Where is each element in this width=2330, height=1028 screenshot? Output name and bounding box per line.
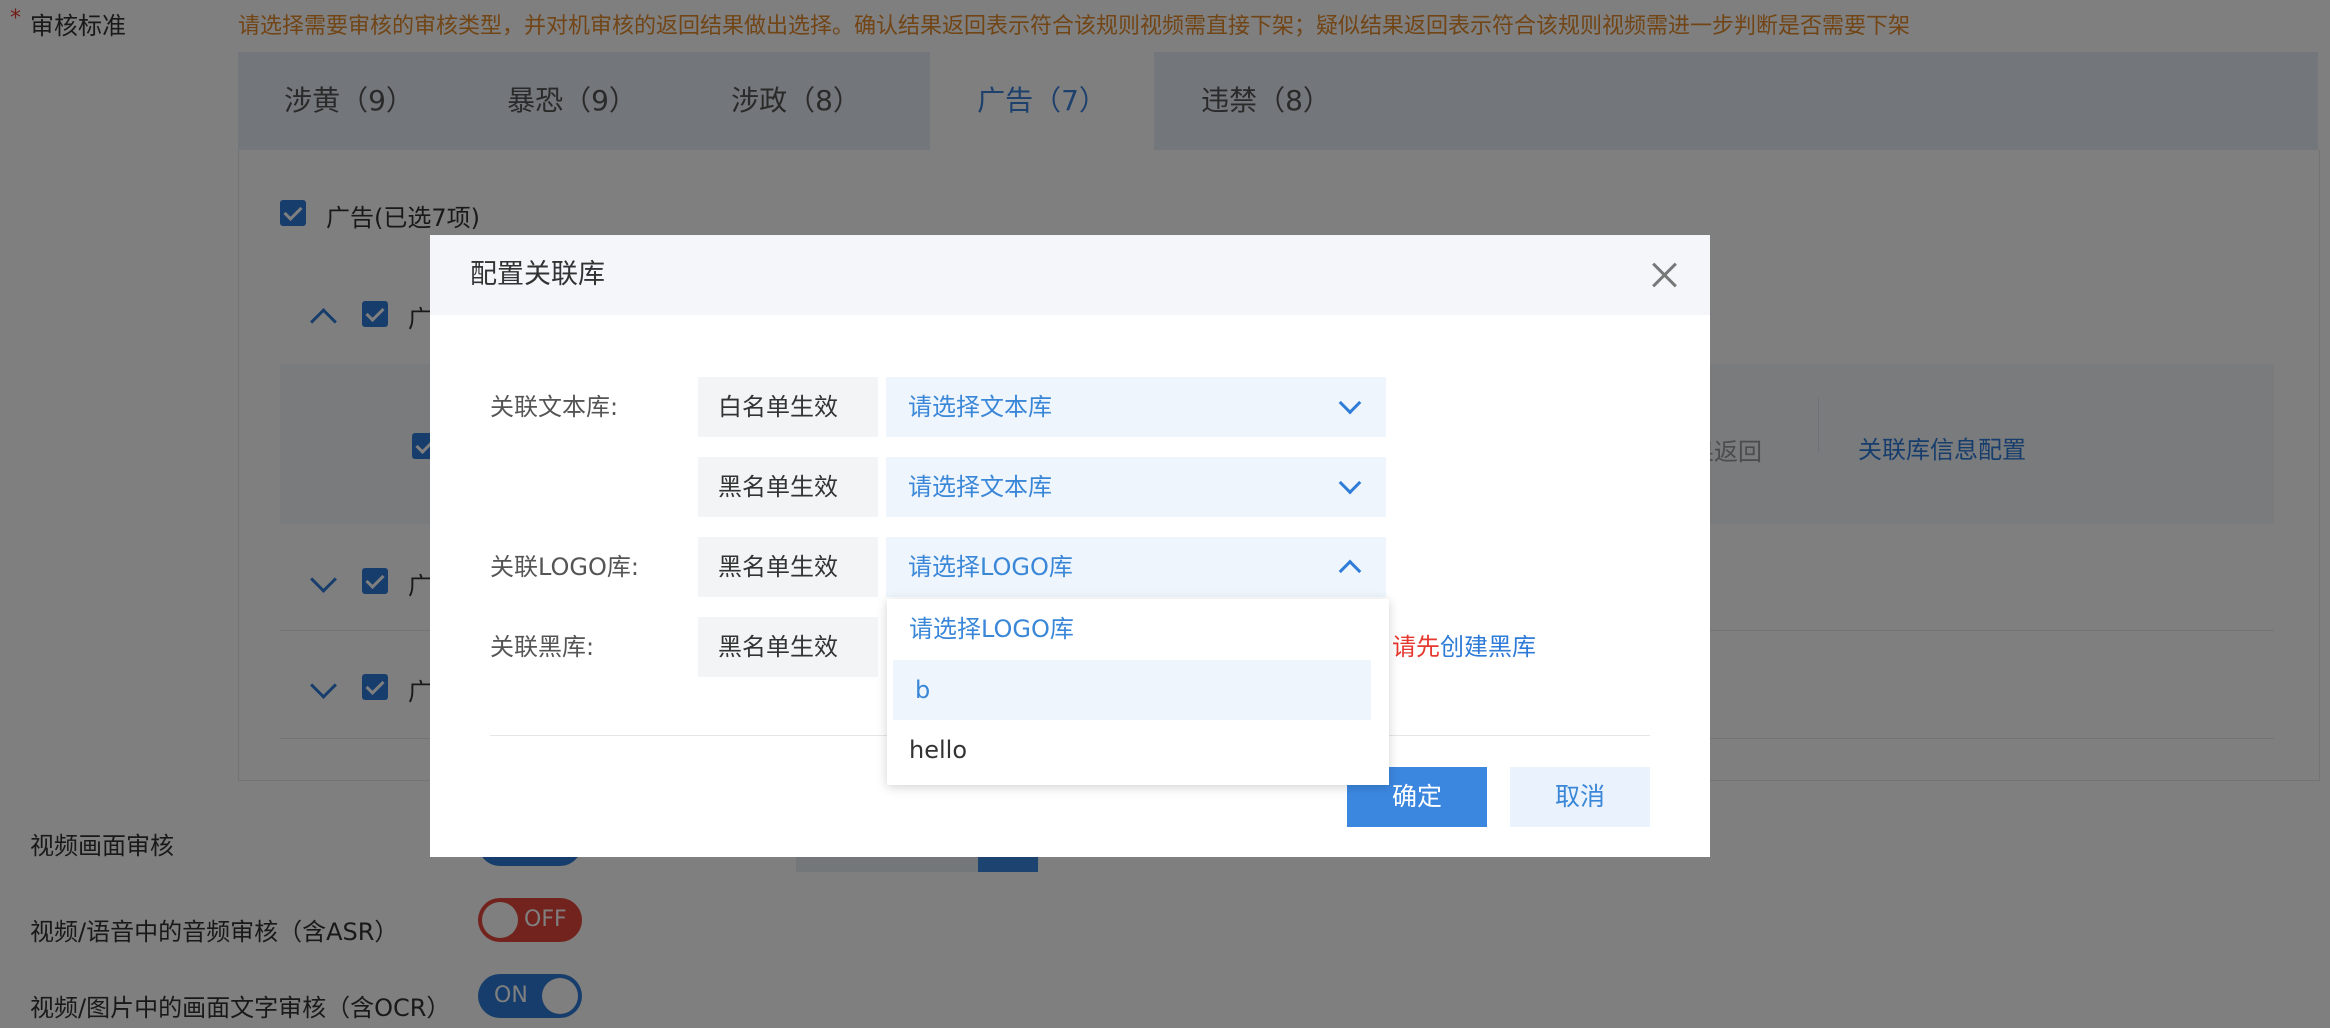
- dropdown-option[interactable]: b: [893, 660, 1371, 720]
- modal-header: 配置关联库: [430, 235, 1710, 315]
- select-value: 请选择文本库: [908, 393, 1052, 421]
- config-library-modal: 配置关联库 关联文本库: 白名单生效 请选择文本库 黑名单生效 请选择文本库 关…: [430, 235, 1710, 857]
- black-lib-warning: 请先: [1392, 633, 1440, 661]
- logo-lib-select[interactable]: 请选择LOGO库: [886, 537, 1386, 597]
- modal-title: 配置关联库: [470, 259, 605, 290]
- whitelist-mode: 白名单生效: [698, 377, 878, 437]
- select-value: 请选择LOGO库: [908, 553, 1073, 581]
- select-value: 请选择文本库: [908, 473, 1052, 501]
- chevron-up-icon: [1338, 559, 1362, 583]
- chevron-down-icon: [1338, 471, 1362, 495]
- logo-lib-label: 关联LOGO库:: [490, 553, 639, 581]
- dropdown-option[interactable]: 请选择LOGO库: [887, 599, 1377, 659]
- chevron-down-icon: [1338, 391, 1362, 415]
- text-lib-select-blacklist[interactable]: 请选择文本库: [886, 457, 1386, 517]
- logo-lib-dropdown: 请选择LOGO库 b hello: [887, 599, 1389, 785]
- cancel-button[interactable]: 取消: [1510, 767, 1650, 827]
- text-lib-select-whitelist[interactable]: 请选择文本库: [886, 377, 1386, 437]
- dropdown-option[interactable]: hello: [887, 720, 1377, 780]
- black-lib-label: 关联黑库:: [490, 633, 595, 661]
- create-black-lib-link[interactable]: 创建黑库: [1440, 617, 1536, 677]
- blacklist-mode: 黑名单生效: [698, 617, 878, 677]
- blacklist-mode: 黑名单生效: [698, 537, 878, 597]
- close-icon[interactable]: [1648, 259, 1680, 291]
- blacklist-mode: 黑名单生效: [698, 457, 878, 517]
- text-lib-label: 关联文本库:: [490, 393, 619, 421]
